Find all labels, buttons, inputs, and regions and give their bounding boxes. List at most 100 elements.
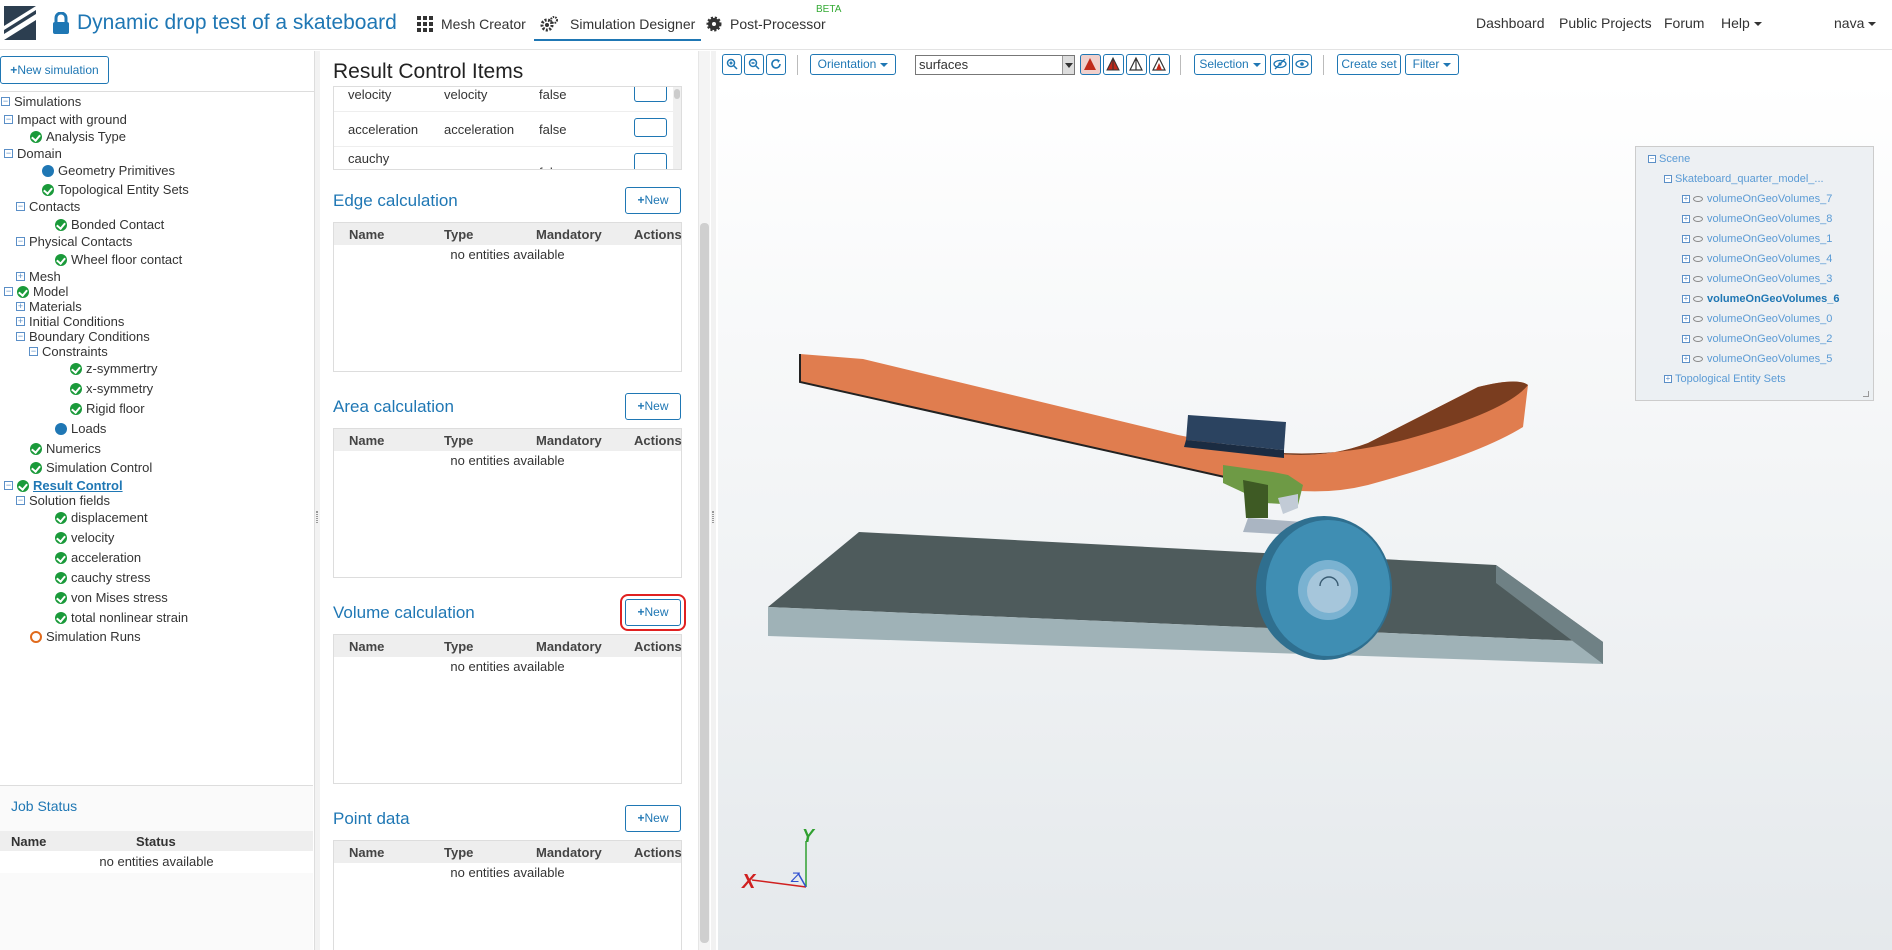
tree-item[interactable]: − Impact with ground (0, 111, 314, 129)
nav-dashboard[interactable]: Dashboard (1476, 15, 1545, 31)
faces-edges-button[interactable] (1103, 54, 1124, 75)
tree-item[interactable]: total nonlinear strain (0, 609, 314, 627)
tree-item[interactable]: x-symmetry (0, 380, 314, 398)
show-all-button[interactable] (1292, 54, 1312, 75)
nav-help-dropdown[interactable]: Help (1721, 15, 1762, 31)
hide-selection-button[interactable] (1270, 54, 1290, 75)
tree-item[interactable]: Numerics (0, 440, 314, 458)
nav-forum[interactable]: Forum (1664, 15, 1704, 31)
floor-plate[interactable] (768, 532, 1603, 664)
edges-highlight-button[interactable] (1149, 54, 1170, 75)
tree-item[interactable]: displacement (0, 509, 314, 527)
simscale-logo[interactable] (4, 6, 36, 40)
tree-item[interactable]: acceleration (0, 549, 314, 567)
tree-item[interactable]: von Mises stress (0, 589, 314, 607)
collapse-icon[interactable]: − (16, 202, 25, 211)
scene-volume-node[interactable]: + volumeOnGeoVolumes_8 (1682, 213, 1832, 225)
orientation-dropdown[interactable]: Orientation (810, 54, 896, 75)
table-scrollbar[interactable] (673, 87, 681, 169)
expand-icon[interactable]: + (1682, 315, 1690, 324)
nav-mesh-creator[interactable]: Mesh Creator (417, 14, 526, 38)
new-area-calculation-button[interactable]: +New (625, 393, 681, 420)
collapse-icon[interactable]: − (4, 149, 13, 158)
tree-item[interactable]: Wheel floor contact (0, 251, 314, 269)
collapse-icon[interactable]: − (1648, 155, 1656, 164)
eye-icon[interactable] (1693, 336, 1703, 343)
table-row[interactable]: velocity velocity false (334, 87, 681, 112)
eye-icon[interactable] (1693, 216, 1703, 223)
row-action-button[interactable] (634, 153, 667, 169)
create-set-button[interactable]: Create set (1337, 54, 1401, 75)
scene-sets-node[interactable]: + Topological Entity Sets (1664, 373, 1786, 385)
tree-item[interactable]: Geometry Primitives (0, 162, 314, 180)
expand-icon[interactable]: + (1682, 275, 1690, 284)
tree-item[interactable]: − Solution fields (0, 492, 314, 510)
solution-fields-table[interactable]: velocity velocity false acceleration acc… (333, 86, 682, 170)
scene-volume-node[interactable]: + volumeOnGeoVolumes_2 (1682, 333, 1832, 345)
tree-item[interactable]: − Constraints (0, 343, 314, 361)
middle-panel-splitter[interactable] (711, 51, 716, 950)
filter-dropdown[interactable]: Filter (1405, 54, 1459, 75)
expand-icon[interactable]: + (1682, 215, 1690, 224)
nav-user-dropdown[interactable]: nava (1834, 15, 1877, 31)
collapse-icon[interactable]: − (1664, 175, 1672, 184)
tree-item[interactable]: Topological Entity Sets (0, 181, 314, 199)
reset-view-button[interactable] (766, 54, 786, 75)
expand-icon[interactable]: + (1682, 195, 1690, 204)
row-action-button[interactable] (634, 118, 667, 137)
tree-item[interactable]: Simulation Control (0, 459, 314, 477)
tree-item[interactable]: Analysis Type (0, 128, 314, 146)
expand-icon[interactable]: + (16, 272, 25, 281)
scene-volume-node[interactable]: + volumeOnGeoVolumes_3 (1682, 273, 1832, 285)
eye-icon[interactable] (1693, 236, 1703, 243)
3d-canvas[interactable]: X Y Z − Scene − Skateboard_quarter_model_..… (718, 80, 1892, 950)
zoom-in-button[interactable] (722, 54, 742, 75)
eye-icon[interactable] (1693, 356, 1703, 363)
eye-icon[interactable] (1693, 316, 1703, 323)
expand-icon[interactable]: + (16, 317, 25, 326)
collapse-icon[interactable]: − (16, 332, 25, 341)
skateboard-deck[interactable] (799, 354, 1528, 492)
zoom-out-button[interactable] (744, 54, 764, 75)
eye-icon[interactable] (1693, 276, 1703, 283)
scene-model-node[interactable]: − Skateboard_quarter_model_... (1664, 173, 1824, 185)
scrollbar-thumb[interactable] (700, 223, 709, 943)
scene-volume-node[interactable]: + volumeOnGeoVolumes_6 (1682, 293, 1839, 305)
expand-icon[interactable]: + (1682, 235, 1690, 244)
eye-icon[interactable] (1693, 256, 1703, 263)
filled-faces-button[interactable] (1080, 54, 1101, 75)
scene-volume-node[interactable]: + volumeOnGeoVolumes_1 (1682, 233, 1832, 245)
expand-icon[interactable]: + (1664, 375, 1672, 384)
nav-public-projects[interactable]: Public Projects (1559, 15, 1652, 31)
collapse-icon[interactable]: − (4, 115, 13, 124)
new-volume-calculation-button[interactable]: +New (620, 594, 686, 631)
tree-item[interactable]: Rigid floor (0, 400, 314, 418)
scene-root-node[interactable]: − Scene (1648, 153, 1690, 165)
new-edge-calculation-button[interactable]: +New (625, 187, 681, 214)
tree-item[interactable]: cauchy stress (0, 569, 314, 587)
new-point-data-button[interactable]: +New (625, 805, 681, 832)
tree-item[interactable]: − Domain (0, 145, 314, 163)
resize-handle-icon[interactable] (1863, 391, 1869, 397)
collapse-icon[interactable]: − (16, 496, 25, 505)
new-simulation-button[interactable]: +New simulation (0, 56, 109, 84)
selection-dropdown[interactable]: Selection (1194, 54, 1266, 75)
collapse-icon[interactable]: − (1, 97, 10, 106)
collapse-icon[interactable]: − (4, 481, 13, 490)
collapse-icon[interactable]: − (4, 287, 13, 296)
expand-icon[interactable]: + (1682, 355, 1690, 364)
tree-item[interactable]: − Physical Contacts (0, 233, 314, 251)
render-mode-select[interactable]: surfaces (915, 55, 1075, 75)
expand-icon[interactable]: + (1682, 335, 1690, 344)
scene-volume-node[interactable]: + volumeOnGeoVolumes_4 (1682, 253, 1832, 265)
scrollbar-thumb[interactable] (674, 89, 680, 99)
tree-item[interactable]: − Contacts (0, 198, 314, 216)
nav-post-processor[interactable]: Post-Processor (706, 14, 826, 38)
collapse-icon[interactable]: − (16, 237, 25, 246)
tree-item[interactable]: − Simulations (0, 93, 314, 111)
eye-icon[interactable] (1693, 296, 1703, 303)
expand-icon[interactable]: + (1682, 295, 1690, 304)
nav-simulation-designer[interactable]: Simulation Designer (534, 14, 702, 41)
scene-volume-node[interactable]: + volumeOnGeoVolumes_5 (1682, 353, 1832, 365)
scene-volume-node[interactable]: + volumeOnGeoVolumes_7 (1682, 193, 1832, 205)
